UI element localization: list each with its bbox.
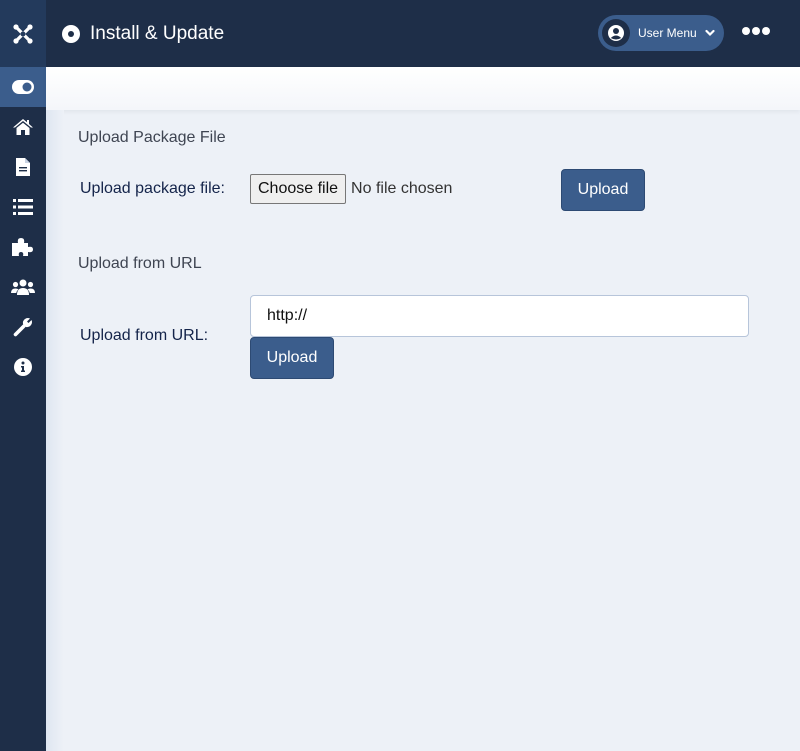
sidebar xyxy=(0,67,46,751)
upload-package-button[interactable]: Upload xyxy=(561,169,645,211)
joomla-logo-icon xyxy=(13,23,33,44)
more-options-button[interactable] xyxy=(742,27,770,35)
sidebar-item-menus[interactable] xyxy=(0,187,46,227)
ellipsis-dot xyxy=(762,27,770,35)
choose-file-button[interactable]: Choose file xyxy=(250,174,347,204)
package-section-title: Upload Package File xyxy=(78,129,226,146)
home-icon xyxy=(13,119,33,135)
url-label: Upload from URL: xyxy=(80,327,209,344)
logo[interactable] xyxy=(0,0,46,67)
ellipsis-icon xyxy=(742,27,750,35)
page-title-text: Install & Update xyxy=(90,22,225,44)
file-icon xyxy=(16,158,30,176)
toolbar xyxy=(46,67,800,110)
url-section-title: Upload from URL xyxy=(78,255,202,272)
chevron-down-icon xyxy=(705,29,715,37)
users-icon xyxy=(11,279,35,295)
sidebar-item-toggle-menu[interactable] xyxy=(0,67,46,107)
sidebar-item-users[interactable] xyxy=(0,267,46,307)
user-icon xyxy=(602,19,630,47)
url-input[interactable]: http:// xyxy=(250,295,749,337)
sidebar-item-home[interactable] xyxy=(0,107,46,147)
top-header: Install & Update User Menu xyxy=(0,0,800,67)
page-title: Install & Update xyxy=(62,0,224,67)
sidebar-item-system[interactable] xyxy=(0,307,46,347)
toggle-icon xyxy=(12,80,34,94)
content-edge-shadow xyxy=(46,110,64,751)
circle-dot-icon xyxy=(62,24,80,43)
sidebar-item-help[interactable] xyxy=(0,347,46,387)
sidebar-item-components[interactable] xyxy=(0,227,46,267)
info-icon xyxy=(14,358,32,376)
wrench-icon xyxy=(13,318,32,337)
user-menu-button[interactable]: User Menu xyxy=(598,15,724,51)
package-file-label: Upload package file: xyxy=(80,180,225,197)
upload-url-button[interactable]: Upload xyxy=(250,337,334,379)
sidebar-item-content[interactable] xyxy=(0,147,46,187)
puzzle-icon xyxy=(12,238,33,256)
package-file-input[interactable]: Choose file No file chosen xyxy=(250,174,452,204)
ellipsis-dot xyxy=(752,27,760,35)
no-file-chosen-text: No file chosen xyxy=(351,180,453,197)
list-icon xyxy=(13,199,33,215)
user-menu-label: User Menu xyxy=(638,26,697,40)
